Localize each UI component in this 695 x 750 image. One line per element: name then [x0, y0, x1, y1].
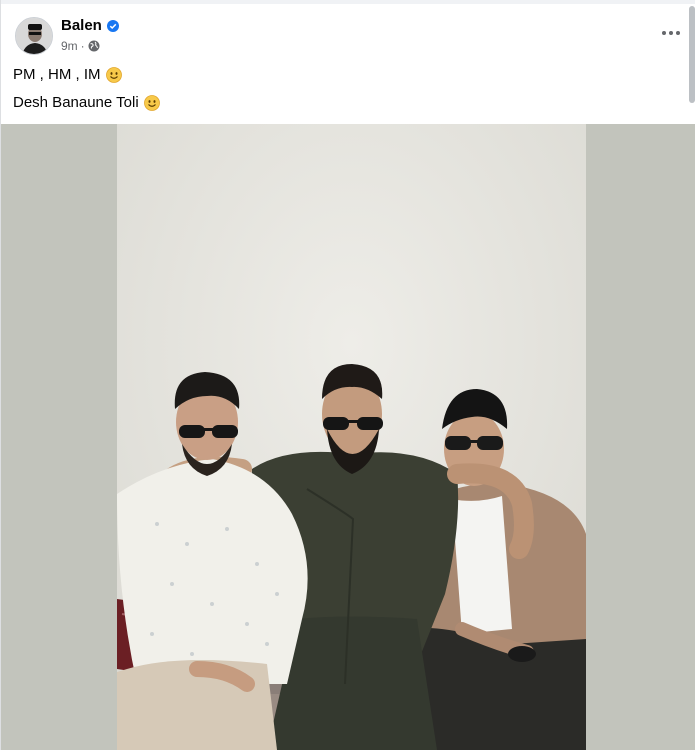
meta-separator: · — [80, 39, 85, 53]
post-photo[interactable] — [117, 124, 586, 750]
feed-divider — [1, 0, 695, 4]
post-text-line-1: PM , HM , IM — [13, 66, 122, 83]
more-options-button[interactable] — [661, 24, 681, 42]
author-name[interactable]: Balen — [61, 17, 119, 34]
globe-icon[interactable] — [88, 40, 100, 52]
author-name-label[interactable]: Balen — [61, 17, 102, 34]
post-text-2: Desh Banaune Toli — [13, 94, 139, 111]
more-options-icon — [662, 31, 666, 35]
more-options-dot — [676, 31, 680, 35]
scrollbar-thumb[interactable] — [689, 6, 695, 103]
facebook-post: Balen 9m · PM , HM , IM Desh Banaune Tol… — [0, 0, 695, 750]
post-timestamp[interactable]: 9m — [61, 39, 78, 53]
group-photo-illustration — [117, 124, 586, 750]
verified-badge-icon — [106, 19, 119, 32]
smiling-face-emoji — [143, 94, 160, 111]
more-options-dot — [669, 31, 673, 35]
post-meta: 9m · — [61, 39, 100, 53]
smiling-face-emoji — [105, 66, 122, 83]
post-photo-container[interactable] — [1, 124, 695, 750]
author-avatar[interactable] — [15, 17, 53, 55]
post-text-line-2: Desh Banaune Toli — [13, 94, 160, 111]
post-text-1: PM , HM , IM — [13, 66, 101, 83]
